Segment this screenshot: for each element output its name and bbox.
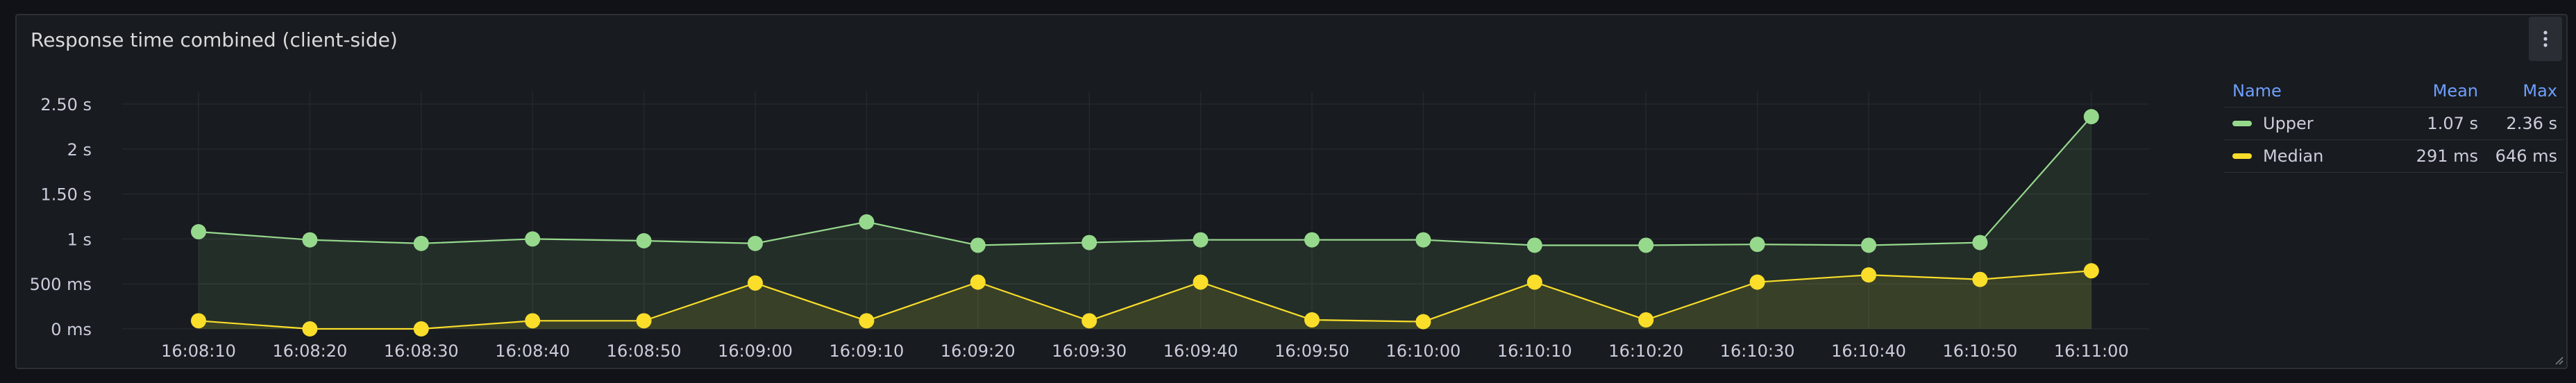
data-point-median [1081, 313, 1097, 329]
legend-swatch-median [2232, 153, 2252, 159]
x-tick-label: 16:09:20 [941, 341, 1016, 361]
data-point-median [1638, 312, 1654, 328]
data-point-upper [1526, 237, 1542, 253]
data-point-median [191, 313, 206, 329]
x-tick-label: 16:08:50 [607, 341, 682, 361]
data-point-median [859, 313, 875, 329]
data-point-median [748, 275, 763, 291]
legend-row-upper[interactable]: Upper 1.07 s 2.36 s [2224, 108, 2564, 140]
data-point-upper [859, 214, 875, 230]
legend-table: Name Mean Max Upper 1.07 s 2.36 s Median… [2224, 75, 2564, 173]
x-tick-label: 16:10:30 [1720, 341, 1795, 361]
data-point-median [1972, 271, 1988, 287]
y-tick-label: 1 s [67, 230, 92, 249]
data-point-median [1415, 314, 1431, 330]
data-point-median [1861, 267, 1876, 283]
x-tick-label: 16:09:10 [830, 341, 904, 361]
data-point-median [1193, 274, 1209, 290]
data-point-upper [1638, 237, 1654, 253]
data-point-upper [2083, 109, 2099, 125]
data-point-median [970, 274, 986, 290]
x-tick-label: 16:09:30 [1052, 341, 1127, 361]
y-tick-label: 0 ms [51, 320, 92, 339]
data-point-upper [413, 235, 429, 251]
x-tick-label: 16:08:30 [384, 341, 459, 361]
data-point-upper [970, 237, 986, 253]
data-point-median [636, 313, 652, 329]
panel-menu-button[interactable] [2529, 17, 2562, 61]
data-point-upper [748, 235, 763, 251]
y-tick-label: 1.50 s [40, 185, 92, 205]
resize-handle-icon[interactable] [2554, 355, 2564, 365]
x-tick-label: 16:10:20 [1608, 341, 1683, 361]
x-tick-label: 16:09:00 [718, 341, 793, 361]
x-tick-label: 16:08:20 [273, 341, 348, 361]
y-tick-label: 500 ms [30, 275, 92, 294]
data-point-upper [1972, 235, 1988, 250]
data-point-median [1526, 274, 1542, 290]
data-point-median [302, 321, 318, 337]
x-tick-label: 16:09:50 [1274, 341, 1349, 361]
legend-header: Name Mean Max [2224, 75, 2564, 108]
data-point-upper [191, 224, 206, 240]
x-tick-label: 16:10:00 [1386, 341, 1461, 361]
data-point-median [413, 321, 429, 337]
data-point-upper [1081, 235, 1097, 250]
data-point-median [2083, 263, 2099, 279]
vertical-ellipsis-icon [2543, 31, 2548, 47]
legend-header-mean[interactable]: Mean [2385, 81, 2478, 101]
legend-header-name[interactable]: Name [2224, 81, 2385, 101]
legend-swatch-upper [2232, 121, 2252, 126]
x-tick-label: 16:08:10 [161, 341, 236, 361]
x-tick-label: 16:11:00 [2054, 341, 2129, 361]
data-point-upper [525, 231, 541, 247]
x-tick-label: 16:10:50 [1943, 341, 2018, 361]
y-tick-label: 2 s [67, 140, 92, 160]
series-line-upper [198, 116, 2092, 246]
legend-max-value: 646 ms [2495, 146, 2557, 166]
data-point-upper [302, 232, 318, 248]
legend-series-name: Upper [2263, 114, 2314, 133]
x-tick-label: 16:10:40 [1831, 341, 1906, 361]
data-point-upper [1861, 237, 1876, 253]
legend-mean-value: 291 ms [2416, 146, 2478, 166]
response-time-chart: 0 ms 500 ms 1 s 1.50 s 2 s 2.50 s 16:08:10 16:0… [30, 92, 2149, 361]
legend-series-name: Median [2263, 146, 2324, 166]
data-point-upper [1304, 232, 1320, 248]
legend-header-max[interactable]: Max [2478, 81, 2557, 101]
y-tick-label: 2.50 s [40, 95, 92, 114]
data-point-upper [636, 232, 652, 248]
data-point-upper [1415, 232, 1431, 248]
legend-row-median[interactable]: Median 291 ms 646 ms [2224, 140, 2564, 173]
data-point-median [525, 313, 541, 329]
legend-max-value: 2.36 s [2506, 114, 2557, 133]
chart-panel: Response time combined (client-side) 0 m… [15, 14, 2568, 369]
x-tick-label: 16:10:10 [1497, 341, 1572, 361]
x-tick-label: 16:08:40 [495, 341, 570, 361]
data-point-median [1749, 274, 1765, 290]
data-point-upper [1193, 232, 1209, 248]
legend-mean-value: 1.07 s [2427, 114, 2478, 133]
data-point-upper [1749, 237, 1765, 253]
x-tick-label: 16:09:40 [1163, 341, 1238, 361]
data-point-median [1304, 312, 1320, 328]
